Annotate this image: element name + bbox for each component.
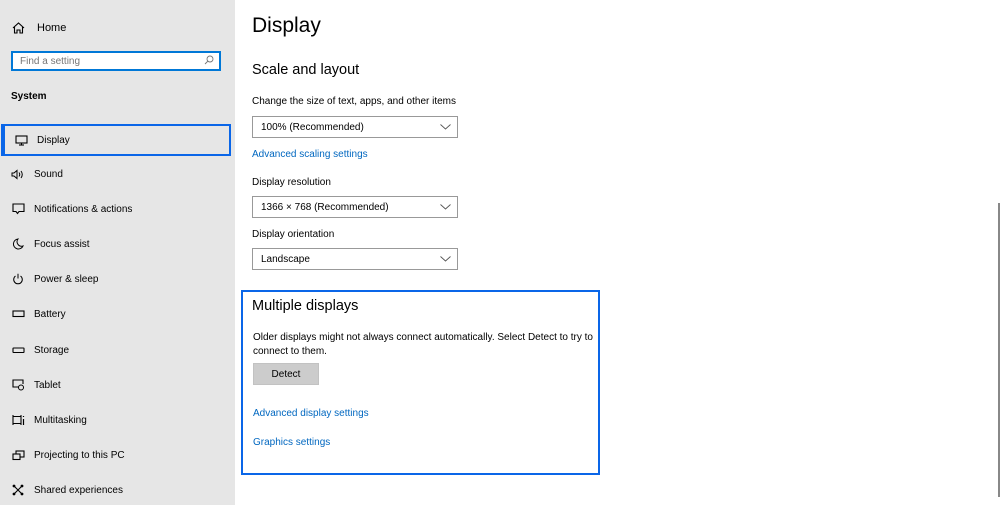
sidebar-item-label: Storage xyxy=(34,344,70,356)
resolution-value: 1366 × 768 (Recommended) xyxy=(261,201,389,213)
search-icon[interactable] xyxy=(204,55,214,68)
search-placeholder: Find a setting xyxy=(20,55,81,67)
sidebar-item-shared-experiences[interactable]: Shared experiences xyxy=(0,474,231,506)
battery-icon xyxy=(11,310,25,318)
sidebar-item-label: Power & sleep xyxy=(34,273,99,285)
search-input[interactable]: Find a setting xyxy=(11,51,221,71)
multiple-displays-section: Multiple displays Older displays might n… xyxy=(241,290,600,475)
size-label: Change the size of text, apps, and other… xyxy=(252,96,457,107)
orientation-label: Display orientation xyxy=(252,229,335,240)
sidebar-item-battery[interactable]: Battery xyxy=(0,298,231,330)
multiple-displays-description: Older displays might not always connect … xyxy=(253,332,593,357)
scale-dropdown[interactable]: 100% (Recommended) xyxy=(252,116,458,138)
sidebar-item-tablet[interactable]: Tablet xyxy=(0,369,231,401)
detect-button[interactable]: Detect xyxy=(253,363,319,385)
sidebar-item-sound[interactable]: Sound xyxy=(0,158,231,190)
sidebar: Home Find a setting System Display Sound… xyxy=(0,0,235,505)
multiple-displays-heading: Multiple displays xyxy=(252,298,359,314)
multitasking-icon xyxy=(11,414,25,426)
sidebar-item-label: Display xyxy=(37,134,70,146)
sidebar-item-storage[interactable]: Storage xyxy=(0,334,231,366)
graphics-settings-link[interactable]: Graphics settings xyxy=(253,437,330,448)
sidebar-item-label: Projecting to this PC xyxy=(34,449,125,461)
tablet-icon xyxy=(11,379,25,391)
orientation-dropdown[interactable]: Landscape xyxy=(252,248,458,270)
moon-icon xyxy=(11,238,25,250)
page-title: Display xyxy=(252,14,321,37)
sidebar-item-label: Shared experiences xyxy=(34,484,123,496)
sidebar-item-label: Notifications & actions xyxy=(34,203,133,215)
chevron-down-icon xyxy=(440,254,451,265)
chevron-down-icon xyxy=(440,122,451,133)
scale-layout-heading: Scale and layout xyxy=(252,62,360,78)
sidebar-item-label: Tablet xyxy=(34,379,61,391)
section-title: System xyxy=(11,91,47,102)
power-icon xyxy=(11,273,25,285)
sidebar-item-label: Battery xyxy=(34,308,66,320)
sidebar-item-power-sleep[interactable]: Power & sleep xyxy=(0,263,231,295)
home-label: Home xyxy=(37,22,67,34)
sidebar-item-label: Multitasking xyxy=(34,414,87,426)
sidebar-item-label: Sound xyxy=(34,168,63,180)
monitor-icon xyxy=(14,134,28,146)
sidebar-item-focus-assist[interactable]: Focus assist xyxy=(0,228,231,260)
sidebar-item-display[interactable]: Display xyxy=(1,124,231,156)
shared-experiences-icon xyxy=(11,484,25,496)
advanced-scaling-link[interactable]: Advanced scaling settings xyxy=(252,149,368,160)
sidebar-item-multitasking[interactable]: Multitasking xyxy=(0,404,231,436)
home-link[interactable]: Home xyxy=(12,18,66,38)
resolution-dropdown[interactable]: 1366 × 768 (Recommended) xyxy=(252,196,458,218)
sidebar-item-notifications[interactable]: Notifications & actions xyxy=(0,193,231,225)
chevron-down-icon xyxy=(440,202,451,213)
scale-value: 100% (Recommended) xyxy=(261,121,364,133)
notification-icon xyxy=(11,203,25,215)
sidebar-item-label: Focus assist xyxy=(34,238,90,250)
advanced-display-settings-link[interactable]: Advanced display settings xyxy=(253,408,369,419)
home-icon xyxy=(12,22,26,34)
speaker-icon xyxy=(11,168,25,180)
projecting-icon xyxy=(11,449,25,461)
orientation-value: Landscape xyxy=(261,253,310,265)
resolution-label: Display resolution xyxy=(252,177,331,188)
sidebar-item-projecting[interactable]: Projecting to this PC xyxy=(0,439,231,471)
storage-icon xyxy=(11,346,25,354)
